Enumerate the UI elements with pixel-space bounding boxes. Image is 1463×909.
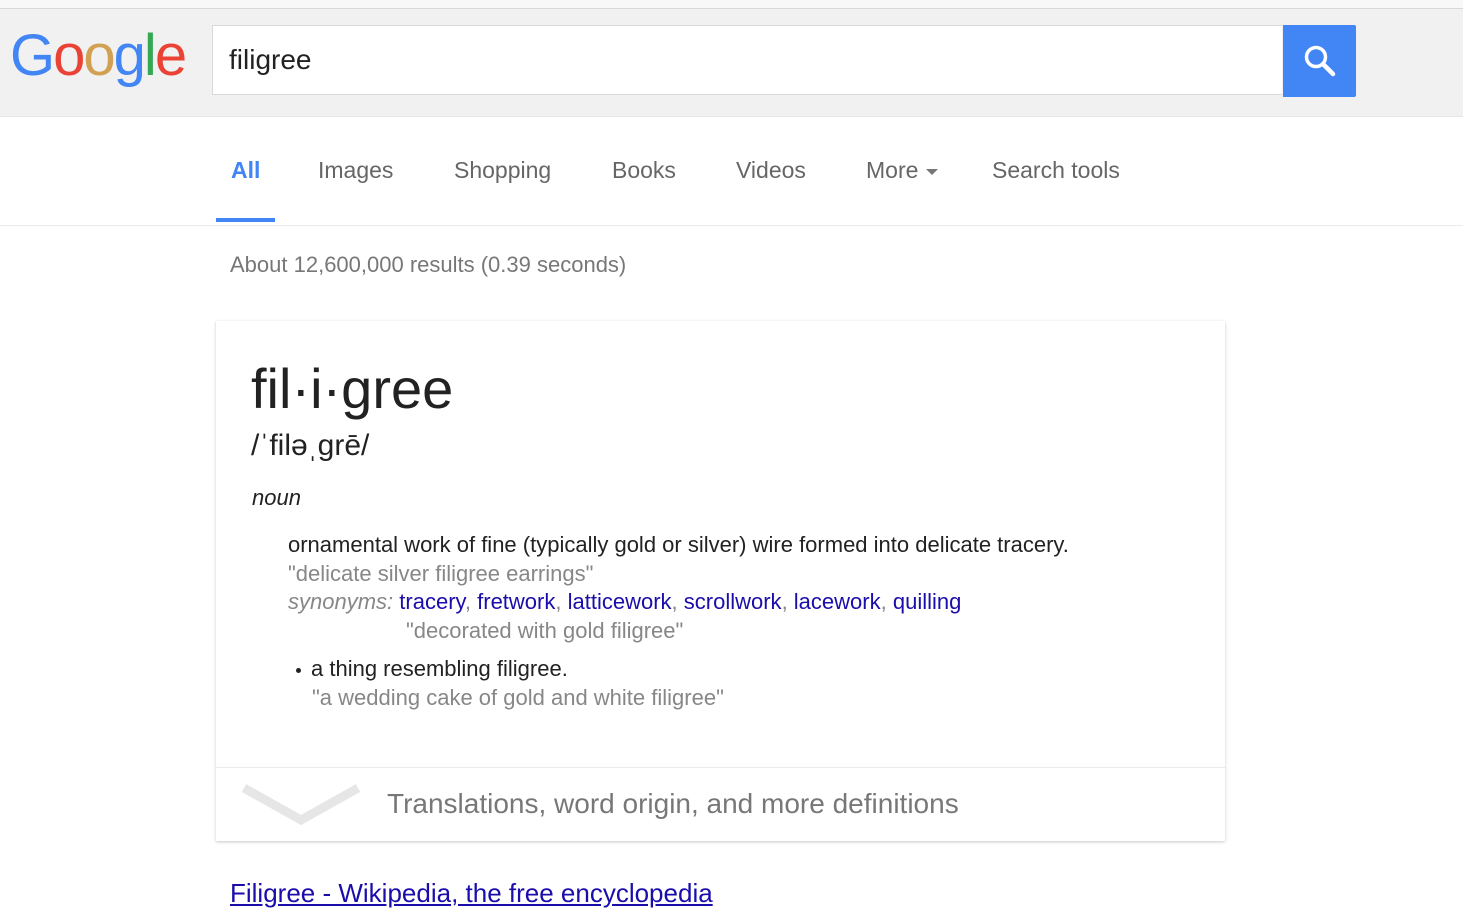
chevron-down-icon <box>242 784 360 826</box>
more-definitions-label: Translations, word origin, and more defi… <box>387 788 959 819</box>
synonym-link[interactable]: scrollwork <box>684 589 782 614</box>
tab-all[interactable]: All <box>231 157 260 184</box>
synonym-link[interactable]: quilling <box>893 589 962 614</box>
search-icon <box>1304 45 1335 77</box>
search-box <box>212 25 1282 95</box>
result-stats: About 12,600,000 results (0.39 seconds) <box>230 252 627 277</box>
tab-more-label: More <box>866 157 919 183</box>
sub-definition-text: a thing resembling filigree. <box>311 656 568 681</box>
definition: ornamental work of fine (typically gold … <box>288 532 1069 557</box>
tab-images[interactable]: Images <box>318 157 393 184</box>
synonyms-row: synonyms: tracery, fretwork, latticework… <box>288 589 962 614</box>
phonetic: /ˈfiləˌgrē/ <box>251 429 370 462</box>
caret-down-icon <box>926 168 939 175</box>
dictionary-word: fil·i·gree <box>251 357 454 420</box>
synonym-example: "decorated with gold filigree" <box>406 618 684 643</box>
result-title-link[interactable]: Filigree - Wikipedia, the free encyclope… <box>230 878 713 909</box>
sub-definition: a thing resembling filigree. <box>296 656 568 682</box>
google-logo[interactable]: Google <box>10 27 187 85</box>
tab-more[interactable]: More <box>866 157 939 184</box>
tab-videos[interactable]: Videos <box>736 157 806 184</box>
dictionary-card: fil·i·gree /ˈfiləˌgrē/ noun ornamental w… <box>216 321 1225 841</box>
synonym-link[interactable]: latticework <box>568 589 672 614</box>
more-definitions-bar[interactable]: Translations, word origin, and more defi… <box>216 767 1225 842</box>
tab-books[interactable]: Books <box>612 157 676 184</box>
tab-shopping[interactable]: Shopping <box>454 157 551 184</box>
tab-search-tools[interactable]: Search tools <box>992 157 1120 184</box>
synonym-link[interactable]: lacework <box>794 589 881 614</box>
active-tab-indicator <box>216 218 275 222</box>
search-input[interactable] <box>229 26 1259 94</box>
synonym-link[interactable]: fretwork <box>477 589 555 614</box>
definition-example: "delicate silver filigree earrings" <box>288 561 594 586</box>
search-tabs: All Images Shopping Books Videos More Se… <box>0 117 1463 226</box>
search-header: Google <box>0 9 1463 117</box>
sub-definition-example: "a wedding cake of gold and white filigr… <box>312 685 724 710</box>
part-of-speech: noun <box>252 485 301 510</box>
search-button[interactable] <box>1283 25 1356 97</box>
synonym-link[interactable]: tracery <box>399 589 465 614</box>
bullet-icon <box>296 667 301 673</box>
browser-top-edge <box>0 0 1463 9</box>
synonyms-label: synonyms: <box>288 589 394 614</box>
